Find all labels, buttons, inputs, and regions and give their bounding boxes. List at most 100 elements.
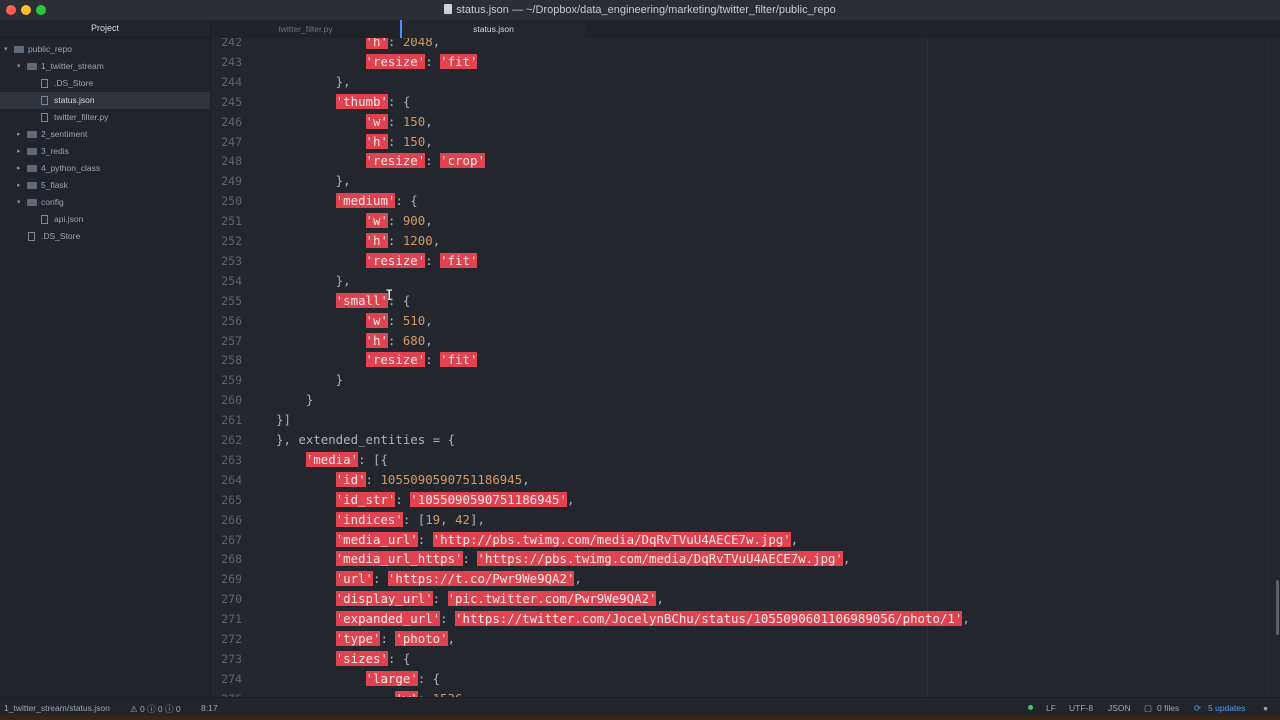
json-string: 'https://twitter.com/JocelynBChu/status/… [455, 611, 963, 627]
code-text: 'media_url_https': 'https://pbs.twimg.co… [276, 549, 850, 569]
line-number: 268 [221, 552, 242, 567]
code-line[interactable]: 274 'large': { [211, 669, 1280, 689]
chevron-right-icon[interactable]: ▸ [17, 177, 21, 194]
code-line[interactable]: 275 'w': 1536, [211, 689, 1280, 697]
code-line[interactable]: 255 'small': { [211, 291, 1280, 311]
json-key: 'media_url' [335, 531, 418, 547]
code-line[interactable]: 253 'resize': 'fit' [211, 251, 1280, 271]
status-git-files[interactable]: 0 files [1157, 703, 1179, 713]
punctuation: , [425, 332, 433, 348]
tree-file[interactable]: twitter_filter.py [0, 109, 210, 126]
code-text: 'small': { [276, 291, 410, 311]
code-line[interactable]: 270 'display_url': 'pic.twitter.com/Pwr9… [211, 589, 1280, 609]
punctuation [276, 492, 336, 507]
tab-status-json[interactable]: status.json [402, 20, 585, 38]
code-line[interactable]: 272 'type': 'photo', [211, 629, 1280, 649]
status-file-path[interactable]: 1_twitter_stream/status.json [4, 703, 110, 713]
code-line[interactable]: 249 }, [211, 171, 1280, 191]
status-line-ending[interactable]: LF [1046, 703, 1056, 713]
tree-folder[interactable]: ▸ 2_sentiment [0, 126, 210, 143]
tree-folder[interactable]: ▾ 1_twitter_stream [0, 58, 210, 75]
punctuation: } [276, 392, 314, 408]
status-diagnostics[interactable]: ⚠ 0 ⓘ 0 ⓘ 0 [130, 703, 181, 715]
chevron-down-icon[interactable]: ▾ [17, 58, 21, 75]
file-icon [41, 113, 48, 122]
status-cursor-position[interactable]: 8:17 [201, 703, 218, 713]
line-number: 266 [221, 512, 242, 527]
status-grammar[interactable]: JSON [1108, 703, 1131, 713]
code-line[interactable]: 254 }, [211, 271, 1280, 291]
tree-folder[interactable]: ▸ 3_redis [0, 143, 210, 160]
punctuation [276, 512, 336, 527]
tree-folder[interactable]: ▸ 4_python_class [0, 160, 210, 177]
json-number: 150 [402, 113, 426, 129]
code-line[interactable]: 260 } [211, 390, 1280, 410]
punctuation: : { [417, 670, 441, 686]
punctuation [276, 153, 366, 168]
punctuation: , [790, 531, 799, 547]
code-line[interactable]: 271 'expanded_url': 'https://twitter.com… [211, 609, 1280, 629]
code-line[interactable]: 266 'indices': [19, 42], [211, 510, 1280, 530]
vertical-scrollbar[interactable] [1276, 580, 1279, 635]
code-line[interactable]: 242 'h': 2048, [211, 38, 1280, 52]
code-line[interactable]: 263 'media': [{ [211, 450, 1280, 470]
code-line[interactable]: 251 'w': 900, [211, 211, 1280, 231]
punctuation: : { [387, 650, 411, 666]
chevron-down-icon[interactable]: ▾ [17, 194, 21, 211]
code-line[interactable]: 245 'thumb': { [211, 92, 1280, 112]
code-text: 'sizes': { [276, 649, 410, 669]
code-line[interactable]: 248 'resize': 'crop' [211, 151, 1280, 171]
code-line[interactable]: 247 'h': 150, [211, 132, 1280, 152]
tab-twitter-filter[interactable]: twitter_filter.py [211, 20, 400, 38]
status-encoding[interactable]: UTF-8 [1069, 703, 1093, 713]
chevron-down-icon[interactable]: ▾ [4, 41, 8, 58]
punctuation: : { [387, 93, 411, 109]
code-line[interactable]: 264 'id': 1055090590751186945, [211, 470, 1280, 490]
code-line[interactable]: 252 'h': 1200, [211, 231, 1280, 251]
code-line[interactable]: 246 'w': 150, [211, 112, 1280, 132]
code-line[interactable]: 244 }, [211, 72, 1280, 92]
code-text: 'w': 900, [276, 211, 433, 231]
github-icon[interactable]: ● [1263, 703, 1268, 713]
tree-file[interactable]: .DS_Store [0, 228, 210, 245]
chevron-right-icon[interactable]: ▸ [17, 126, 21, 143]
code-line[interactable]: 258 'resize': 'fit' [211, 350, 1280, 370]
code-line[interactable]: 259 } [211, 370, 1280, 390]
line-number: 262 [221, 433, 242, 447]
code-text: 'h': 1200, [276, 231, 440, 251]
json-string: 'https://pbs.twimg.com/media/DqRvTVuU4AE… [477, 551, 843, 567]
folder-icon [27, 182, 37, 189]
code-line[interactable]: 256 'w': 510, [211, 311, 1280, 331]
line-number: 259 [221, 373, 242, 388]
chevron-right-icon[interactable]: ▸ [17, 143, 21, 160]
tree-folder[interactable]: ▸ 5_flask [0, 177, 210, 194]
status-updates[interactable]: 5 updates [1208, 703, 1245, 713]
code-line[interactable]: 268 'media_url_https': 'https://pbs.twim… [211, 549, 1280, 569]
tree-file[interactable]: .DS_Store [0, 75, 210, 92]
code-line[interactable]: 269 'url': 'https://t.co/Pwr9We9QA2', [211, 569, 1280, 589]
json-key: 'medium' [335, 193, 396, 209]
code-line[interactable]: 257 'h': 680, [211, 331, 1280, 351]
tree-item-label: status.json [54, 95, 95, 105]
line-number: 274 [221, 671, 242, 686]
code-line[interactable]: 267 'media_url': 'http://pbs.twimg.com/m… [211, 530, 1280, 550]
punctuation [276, 293, 336, 308]
code-line[interactable]: 265 'id_str': '1055090590751186945', [211, 490, 1280, 510]
code-line[interactable]: 261}] [211, 410, 1280, 430]
tab-label: status.json [473, 24, 514, 34]
code-line[interactable]: 262}, extended_entities = { [211, 430, 1280, 450]
punctuation: }, [276, 272, 351, 288]
code-line[interactable]: 243 'resize': 'fit' [211, 52, 1280, 72]
code-line[interactable]: 250 'medium': { [211, 191, 1280, 211]
tree-folder[interactable]: ▾ public_repo [0, 41, 210, 58]
tree-file[interactable]: api.json [0, 211, 210, 228]
line-number: 242 [221, 38, 242, 49]
chevron-right-icon[interactable]: ▸ [17, 160, 21, 177]
code-line[interactable]: 273 'sizes': { [211, 649, 1280, 669]
code-text: 'media_url': 'http://pbs.twimg.com/media… [276, 530, 798, 550]
code-text: 'w': 510, [276, 311, 433, 331]
tree-folder[interactable]: ▾ config [0, 194, 210, 211]
tree-file[interactable]: status.json [0, 92, 210, 109]
punctuation: , [842, 551, 851, 567]
code-editor[interactable]: I 242 'h': 2048, 243 'resize': 'fit' 244 }… [211, 38, 1280, 697]
